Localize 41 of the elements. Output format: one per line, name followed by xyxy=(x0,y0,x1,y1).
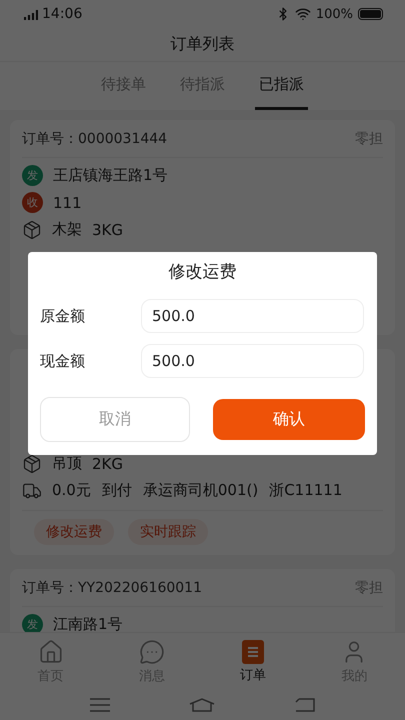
address-text: 111 xyxy=(53,194,82,212)
order-tab[interactable]: 已指派 xyxy=(255,62,308,110)
freight-text: 承运商司机001() xyxy=(142,481,258,500)
sender-badge: 发 xyxy=(22,165,43,186)
confirm-button[interactable]: 确认 xyxy=(213,399,365,440)
cargo-weight: 2KG xyxy=(92,454,124,472)
box-icon xyxy=(22,454,42,474)
back-icon[interactable] xyxy=(295,698,316,712)
box-icon xyxy=(22,220,42,240)
amount-field[interactable]: 500.0 xyxy=(141,299,364,333)
wifi-icon xyxy=(294,6,311,22)
cargo-weight: 3KG xyxy=(92,220,124,238)
address-text: 江南路1号 xyxy=(53,615,123,632)
status-time: 14:06 xyxy=(42,6,82,22)
signal-icon xyxy=(24,8,38,20)
dialog-title: 修改运费 xyxy=(168,261,236,283)
sender-badge: 发 xyxy=(22,614,43,632)
action-button[interactable]: 修改运费 xyxy=(34,519,114,545)
menu-icon[interactable] xyxy=(90,698,110,712)
action-button[interactable]: 实时跟踪 xyxy=(128,519,208,545)
battery-percent: 100% xyxy=(316,6,353,22)
page-title: 订单列表 xyxy=(170,34,234,55)
cargo-name: 木架 xyxy=(52,220,82,239)
home-icon xyxy=(38,638,64,664)
cancel-button[interactable]: 取消 xyxy=(40,397,190,442)
order-number: 订单号：0000031444 xyxy=(22,130,168,148)
address-text: 王店镇海王路1号 xyxy=(53,166,168,185)
home-icon[interactable] xyxy=(189,698,216,712)
list-icon xyxy=(242,640,264,664)
order-number: 订单号：YY202206160011 xyxy=(22,578,202,596)
field-label: 现金额 xyxy=(40,352,86,370)
battery-icon xyxy=(358,8,383,20)
freight-text: 浙C11111 xyxy=(269,481,342,500)
receiver-badge: 收 xyxy=(22,192,43,213)
cargo-name: 吊顶 xyxy=(52,454,82,473)
freight-text: 到付 xyxy=(102,481,132,500)
field-label: 原金额 xyxy=(40,306,86,326)
freight-text: 0.0元 xyxy=(52,481,91,500)
amount-field[interactable]: 500.0 xyxy=(141,344,364,378)
chat-icon xyxy=(138,638,165,664)
nav-tab[interactable]: 订单 xyxy=(202,633,304,690)
